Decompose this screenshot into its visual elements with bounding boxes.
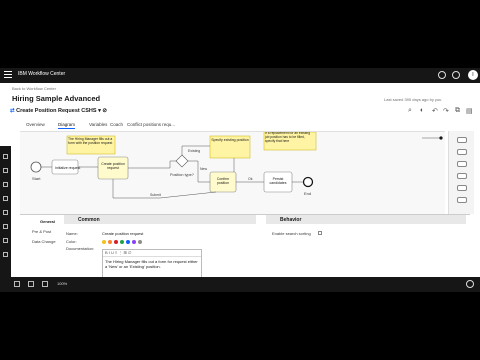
name-label: Name: xyxy=(66,231,78,236)
tab-overview[interactable]: Overview xyxy=(26,122,45,127)
documentation-text[interactable]: The Hiring Manager fills out a form for … xyxy=(103,257,201,271)
annotation-existing-text: Specify existing position xyxy=(211,138,249,142)
flow-new-label: New xyxy=(200,167,207,171)
data-icon[interactable] xyxy=(3,196,8,201)
color-swatch-orange[interactable] xyxy=(108,240,112,244)
palette-gateway-icon[interactable] xyxy=(457,161,467,167)
color-swatch-red[interactable] xyxy=(114,240,118,244)
color-swatch-yellow[interactable] xyxy=(102,240,106,244)
paste-icon[interactable]: ▤ xyxy=(466,107,473,115)
tab-conflict-positions[interactable]: Conflict positions requ... xyxy=(127,122,175,127)
flow-submit-label: Submit xyxy=(150,193,161,197)
task-confirm-position[interactable]: Confirm position xyxy=(209,171,237,193)
nav-data-change[interactable]: Data Change xyxy=(32,239,56,244)
left-toolbar xyxy=(0,146,11,292)
palette-event-icon[interactable] xyxy=(457,173,467,179)
zoom-level[interactable]: 100% xyxy=(57,281,97,286)
task-initialize-request[interactable]: Initialize request xyxy=(51,159,80,175)
documentation-label: Documentation: xyxy=(66,246,95,251)
grid-icon[interactable] xyxy=(28,281,34,287)
annotation-hiring-manager[interactable]: The Hiring Manager fills out a form with… xyxy=(66,135,116,155)
search-icon[interactable]: ⌕ xyxy=(408,107,412,115)
view-icon[interactable]: ◐ xyxy=(420,107,424,114)
section-behavior-title: Behavior xyxy=(280,217,302,223)
nav-pre-post[interactable]: Pre & Post xyxy=(32,229,51,234)
diagram-canvas[interactable]: Start Initialize request The Hiring Mana… xyxy=(20,131,445,214)
history-icon[interactable] xyxy=(3,252,8,257)
redo-icon[interactable]: ↷ xyxy=(443,107,449,115)
user-avatar[interactable]: I xyxy=(468,70,478,80)
palette-subprocess-icon[interactable] xyxy=(457,149,467,155)
back-link[interactable]: Back to Workflow Center xyxy=(12,86,56,91)
process-dropdown-icon[interactable]: ▾ xyxy=(98,108,101,114)
color-label: Color: xyxy=(66,239,77,244)
behavior-option-label: Enable search sorting xyxy=(272,231,311,236)
process-name: Create Position Request CSHS xyxy=(16,108,97,114)
annotation-replacement-text: If a replacement for an existing job pos… xyxy=(265,132,311,143)
nav-general[interactable]: General xyxy=(40,219,55,224)
processes-icon[interactable] xyxy=(3,168,8,173)
workflow-editor-screen: IBM Workflow Center I Back to Workflow C… xyxy=(0,68,480,292)
annotation-hiring-manager-text: The Hiring Manager fills out a form with… xyxy=(68,137,113,145)
settings-icon[interactable] xyxy=(3,238,8,243)
library-icon[interactable] xyxy=(3,154,8,159)
process-icon: ⇄ xyxy=(10,108,15,114)
services-icon[interactable] xyxy=(3,210,8,215)
annotation-replacement[interactable]: If a replacement for an existing job pos… xyxy=(263,132,317,151)
zoom-icon[interactable] xyxy=(42,281,48,287)
color-swatch-purple[interactable] xyxy=(132,240,136,244)
section-common-title: Common xyxy=(78,217,100,223)
tab-variables[interactable]: Variables xyxy=(89,122,107,127)
process-info-icon[interactable]: ⊘ xyxy=(102,108,107,114)
task-persist-candidates[interactable]: Persist candidates xyxy=(263,171,293,193)
tab-diagram[interactable]: Diagram xyxy=(58,122,76,129)
tool-palette xyxy=(448,131,474,214)
end-event[interactable]: End xyxy=(302,176,314,197)
palette-task-icon[interactable] xyxy=(457,137,467,143)
user-interface-icon[interactable] xyxy=(3,182,8,187)
help-icon[interactable] xyxy=(452,71,460,79)
gateway-label: Position type? xyxy=(170,173,194,177)
color-swatch-gray[interactable] xyxy=(138,240,142,244)
color-swatch-blue[interactable] xyxy=(126,240,130,244)
color-swatch-green[interactable] xyxy=(120,240,124,244)
settings-gear-icon[interactable] xyxy=(466,280,474,288)
process-header: ⇄ Create Position Request CSHS ▾ ⊘ xyxy=(10,108,107,114)
undo-icon[interactable]: ↶ xyxy=(432,107,438,115)
name-field[interactable]: Create position request xyxy=(102,231,143,236)
files-icon[interactable] xyxy=(3,224,8,229)
copy-icon[interactable]: ⧉ xyxy=(455,107,460,115)
overview-slider[interactable] xyxy=(422,136,443,140)
end-label: End xyxy=(304,191,311,196)
task-create-position-request[interactable]: Create position request xyxy=(97,156,129,180)
gateway-position-type[interactable]: Position type? xyxy=(170,154,194,177)
palette-annotation-icon[interactable] xyxy=(457,185,467,191)
brand-title: IBM Workflow Center xyxy=(18,71,66,77)
fit-view-icon[interactable] xyxy=(14,281,20,287)
annotation-existing-position[interactable]: Specify existing position xyxy=(209,135,251,159)
palette-lane-icon[interactable] xyxy=(457,197,467,203)
behavior-checkbox[interactable] xyxy=(318,231,322,235)
tab-coach[interactable]: Coach xyxy=(110,122,123,127)
notifications-icon[interactable] xyxy=(438,71,446,79)
saved-status: Last saved 395 days ago by you xyxy=(384,97,442,102)
top-navigation-bar: IBM Workflow Center I xyxy=(0,68,480,83)
task-confirm-label: Confirm position xyxy=(216,177,230,185)
app-title: Hiring Sample Advanced xyxy=(12,94,101,103)
section-common-header[interactable]: Common xyxy=(64,215,256,224)
start-label: Start xyxy=(32,176,41,181)
hamburger-menu-icon[interactable] xyxy=(4,71,12,79)
editor-toolbar[interactable]: B I U ≡ ⋮ ⊞ ∅ xyxy=(103,250,201,257)
start-event[interactable]: Start xyxy=(30,161,42,181)
flow-ok-label: Ok xyxy=(248,177,253,181)
section-behavior-header[interactable]: Behavior xyxy=(266,215,466,224)
task-initialize-label: Initialize request xyxy=(55,166,80,170)
bottom-toolbar: 100% xyxy=(0,277,480,292)
task-persist-label: Persist candidates xyxy=(269,177,287,185)
flow-existing-label: Existing xyxy=(188,149,200,153)
task-create-label: Create position request xyxy=(101,162,125,170)
